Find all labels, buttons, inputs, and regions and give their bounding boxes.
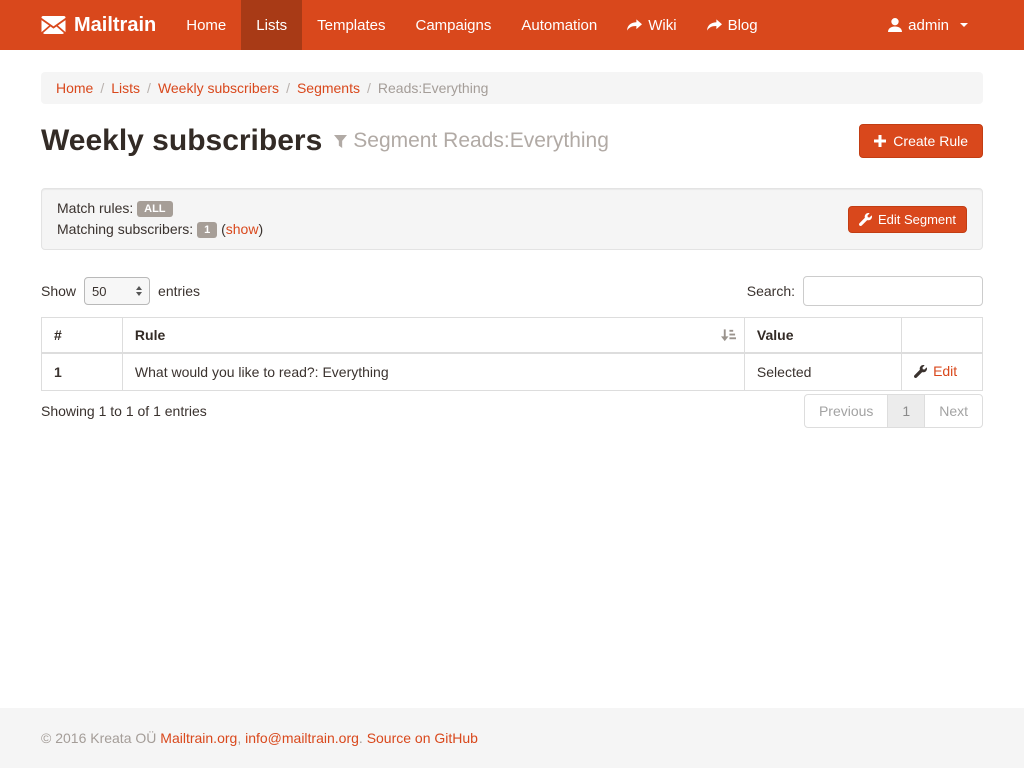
email-link[interactable]: info@mailtrain.org: [245, 730, 359, 746]
pagination-page-1[interactable]: 1: [887, 394, 925, 428]
edit-rule-link[interactable]: Edit: [914, 363, 957, 379]
filter-icon: [334, 135, 347, 148]
plus-icon: [874, 135, 886, 147]
brand-label: Mailtrain: [74, 14, 156, 37]
navbar: Mailtrain Home Lists Templates Campaigns…: [0, 0, 1024, 50]
nav-item-lists[interactable]: Lists: [241, 0, 302, 50]
caret-down-icon: [960, 23, 968, 27]
match-rules-line: Match rules: ALL: [57, 198, 263, 219]
share-arrow-icon: [707, 19, 722, 31]
nav-item-templates[interactable]: Templates: [302, 0, 400, 50]
pagination-previous[interactable]: Previous: [804, 394, 888, 428]
table-row: 1 What would you like to read?: Everythi…: [42, 353, 983, 390]
breadcrumb: Home/Lists/Weekly subscribers/Segments/R…: [41, 72, 983, 104]
main-content: Home/Lists/Weekly subscribers/Segments/R…: [0, 50, 1024, 708]
page-title: Weekly subscribers Segment Reads:Everyth…: [41, 124, 609, 158]
segment-panel: Match rules: ALL Matching subscribers: 1…: [41, 188, 983, 250]
breadcrumb-segments[interactable]: Segments: [297, 80, 360, 96]
page-header: Weekly subscribers Segment Reads:Everyth…: [41, 124, 983, 158]
column-header-index[interactable]: #: [42, 318, 123, 354]
create-rule-button[interactable]: Create Rule: [859, 124, 983, 158]
column-header-rule[interactable]: Rule: [122, 318, 744, 354]
select-spinner-icon: [136, 286, 142, 296]
user-label: admin: [908, 17, 949, 34]
wrench-icon: [914, 365, 927, 378]
entries-label: entries: [158, 283, 200, 299]
brand[interactable]: Mailtrain: [41, 0, 171, 50]
breadcrumb-weekly-subscribers[interactable]: Weekly subscribers: [158, 80, 279, 96]
user-menu[interactable]: admin: [873, 0, 983, 50]
cell-value: Selected: [744, 353, 901, 390]
copyright-text: © 2016 Kreata OÜ: [41, 730, 156, 746]
cell-rule: What would you like to read?: Everything: [122, 353, 744, 390]
subscriber-count-badge: 1: [197, 222, 217, 238]
segment-panel-info: Match rules: ALL Matching subscribers: 1…: [57, 198, 263, 240]
sort-icon: [721, 328, 736, 343]
share-arrow-icon: [627, 19, 642, 31]
user-icon: [888, 18, 902, 32]
nav-item-automation[interactable]: Automation: [506, 0, 612, 50]
pagination-next[interactable]: Next: [924, 394, 983, 428]
table-controls: Show 50 entries Search:: [41, 276, 983, 306]
table-footer: Showing 1 to 1 of 1 entries Previous 1 N…: [41, 394, 983, 428]
column-header-action: [902, 318, 983, 354]
show-label: Show: [41, 283, 76, 299]
column-header-value[interactable]: Value: [744, 318, 901, 354]
mailtrain-org-link[interactable]: Mailtrain.org: [160, 730, 237, 746]
pagination: Previous 1 Next: [804, 394, 983, 428]
matching-subscribers-line: Matching subscribers: 1 (show): [57, 219, 263, 240]
page-size-select[interactable]: 50: [84, 277, 150, 305]
nav-item-blog[interactable]: Blog: [692, 0, 773, 50]
edit-segment-button[interactable]: Edit Segment: [848, 206, 967, 233]
wrench-icon: [859, 213, 872, 226]
search-label: Search:: [747, 283, 795, 299]
github-link[interactable]: Source on GitHub: [367, 730, 478, 746]
cell-action: Edit: [902, 353, 983, 390]
page-footer: © 2016 Kreata OÜ Mailtrain.org, info@mai…: [0, 708, 1024, 768]
page-subtitle: Segment Reads:Everything: [334, 129, 609, 153]
envelope-icon: [41, 16, 66, 34]
entries-info: Showing 1 to 1 of 1 entries: [41, 403, 207, 419]
table-header-row: # Rule Value: [42, 318, 983, 354]
breadcrumb-lists[interactable]: Lists: [111, 80, 140, 96]
match-rules-badge: ALL: [137, 201, 172, 217]
cell-index: 1: [42, 353, 123, 390]
breadcrumb-home[interactable]: Home: [56, 80, 93, 96]
nav-item-home[interactable]: Home: [171, 0, 241, 50]
nav-item-wiki[interactable]: Wiki: [612, 0, 691, 50]
rules-table: # Rule Value 1 What would you like to re…: [41, 317, 983, 391]
nav-item-campaigns[interactable]: Campaigns: [400, 0, 506, 50]
breadcrumb-current: Reads:Everything: [378, 80, 489, 96]
show-subscribers-link[interactable]: show: [226, 221, 259, 237]
search-input[interactable]: [803, 276, 983, 306]
